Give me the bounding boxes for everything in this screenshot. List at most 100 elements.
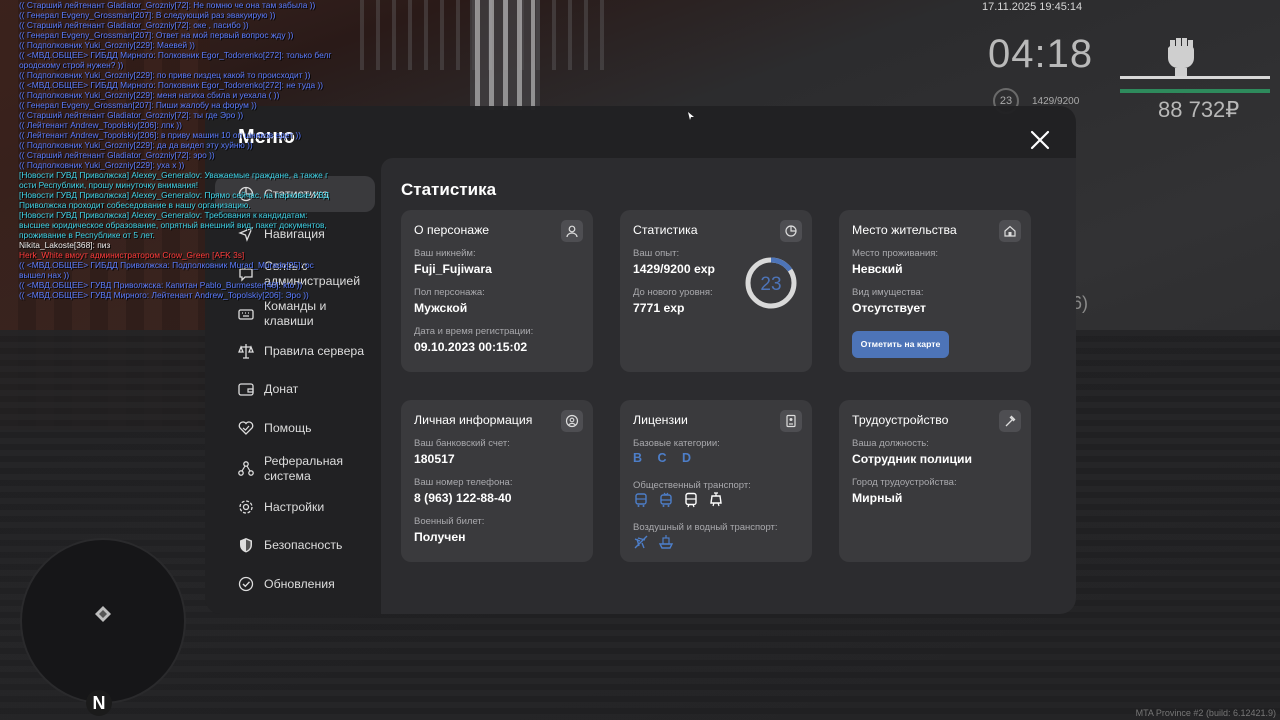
home-icon bbox=[999, 220, 1021, 242]
sidebar-item[interactable]: Помощь bbox=[215, 410, 375, 446]
job-card: Трудоустройство Ваша должность: Сотрудни… bbox=[839, 400, 1031, 562]
exp-value: 1429/9200 exp bbox=[633, 262, 715, 276]
place-label: Место проживания: bbox=[852, 248, 939, 259]
sidebar-item[interactable]: Безопасность bbox=[215, 527, 375, 563]
sidebar-item[interactable]: Донат bbox=[215, 371, 375, 407]
pie-chart-icon bbox=[780, 220, 802, 242]
wallet-icon bbox=[238, 383, 254, 396]
next-label: До нового уровня: bbox=[633, 287, 713, 298]
player-marker-icon bbox=[95, 606, 111, 622]
chat-line: (( Подполковник Yuki_Grozniy[229]: Маеве… bbox=[19, 40, 195, 50]
place-value: Невский bbox=[852, 262, 903, 276]
fence bbox=[475, 0, 535, 110]
public-transport-label: Общественный транспорт: bbox=[633, 480, 751, 491]
reg-value: 09.10.2023 00:15:02 bbox=[414, 340, 528, 354]
armor-bar bbox=[1120, 89, 1270, 93]
sidebar-item[interactable]: Реферальная система bbox=[215, 451, 375, 487]
sidebar-item-label: Обновления bbox=[264, 576, 335, 591]
level-number: 23 bbox=[760, 274, 781, 295]
chat-line: Nikita_Lakoste[368]: пиз bbox=[19, 240, 111, 250]
public-transport-icons bbox=[633, 492, 724, 508]
gender-label: Пол персонажа: bbox=[414, 287, 485, 298]
property-label: Вид имущества: bbox=[852, 287, 924, 298]
content-panel: Статистика О персонаже Ваш никнейм: Fuji… bbox=[381, 158, 1076, 614]
boat-icon bbox=[658, 534, 674, 550]
chat-line: (( <МВД.ОБЩЕЕ> ГУВД Мирного: Лейтенант A… bbox=[19, 290, 309, 300]
bus-icon bbox=[633, 492, 649, 508]
stats-card: Статистика Ваш опыт: 1429/9200 exp До но… bbox=[620, 210, 812, 372]
sidebar-item[interactable]: Правила сервера bbox=[215, 333, 375, 369]
chat-line: (( Старший лейтенант Gladiator_Grozniy[7… bbox=[19, 110, 244, 120]
gear-icon bbox=[239, 500, 253, 514]
military-value: Получен bbox=[414, 530, 466, 544]
next-value: 7771 exp bbox=[633, 301, 685, 315]
sidebar-item[interactable]: Обновления bbox=[215, 566, 375, 602]
chat-line: [Новости ГУВД Приволжска] Alexey_General… bbox=[19, 170, 329, 190]
property-value: Отсутствует bbox=[852, 301, 926, 315]
shield-icon bbox=[240, 538, 252, 553]
card-title: О персонаже bbox=[414, 223, 490, 237]
air-water-icons bbox=[633, 534, 674, 550]
sidebar-item-label: Настройки bbox=[264, 499, 325, 514]
chat-line: [Новости ГУВД Приволжска] Alexey_General… bbox=[19, 190, 330, 210]
air-water-label: Воздушный и водный транспорт: bbox=[633, 522, 778, 533]
residence-card: Место жительства Место проживания: Невск… bbox=[839, 210, 1031, 372]
level-ring: 23 bbox=[745, 257, 797, 309]
content-title: Статистика bbox=[401, 180, 497, 199]
hud-clock: 04:18 bbox=[988, 32, 1094, 76]
chat-line: (( Лейтенант Andrew_Topolskiy[206]: лпк … bbox=[19, 120, 182, 130]
card-title: Место жительства bbox=[852, 223, 957, 237]
referral-icon bbox=[238, 461, 254, 476]
user-circle-icon bbox=[561, 410, 583, 432]
city-label: Город трудоустройства: bbox=[852, 477, 957, 488]
card-title: Лицензии bbox=[633, 413, 688, 427]
chat-line: (( Генерал Evgeny_Grossman[207]: Пиши жа… bbox=[19, 100, 257, 110]
reg-label: Дата и время регистрации: bbox=[414, 326, 534, 337]
base-categories-label: Базовые категории: bbox=[633, 438, 720, 449]
card-title: Трудоустройство bbox=[852, 413, 949, 427]
city-value: Мирный bbox=[852, 491, 903, 505]
mark-on-map-button[interactable]: Отметить на карте bbox=[852, 331, 949, 358]
chat-line: Herk_White вмоут администратором Crow_Gr… bbox=[19, 250, 245, 260]
user-icon bbox=[561, 220, 583, 242]
chat-line: (( <МВД.ОБЩЕЕ> ГИБДД Приволжска: Подполк… bbox=[19, 260, 314, 280]
card-title: Личная информация bbox=[414, 413, 533, 427]
chat-line: (( Старший лейтенант Gladiator_Grozniy[7… bbox=[19, 20, 249, 30]
sidebar-item-label: Помощь bbox=[264, 420, 312, 435]
close-icon[interactable] bbox=[1028, 128, 1052, 152]
nick-label: Ваш никнейм: bbox=[414, 248, 476, 259]
bank-value: 180517 bbox=[414, 452, 455, 466]
hud-money: 88 732₽ bbox=[1158, 97, 1240, 122]
character-card: О персонаже Ваш никнейм: Fuji_Fujiwara П… bbox=[401, 210, 593, 372]
hammer-icon bbox=[999, 410, 1021, 432]
chat-line: (( Подполковник Yuki_Grozniy[229]: по пр… bbox=[19, 70, 311, 80]
compass-north: N bbox=[86, 690, 112, 716]
heart-handshake-icon bbox=[238, 421, 254, 435]
mouse-cursor-icon bbox=[688, 112, 694, 120]
sidebar-item-label: Правила сервера bbox=[264, 343, 365, 358]
chat-line: (( Старший лейтенант Gladiator_Grozniy[7… bbox=[19, 0, 316, 10]
nick-value: Fuji_Fujiwara bbox=[414, 262, 492, 276]
chat-log: (( Старший лейтенант Gladiator_Grozniy[7… bbox=[19, 0, 339, 300]
phone-label: Ваш номер телефона: bbox=[414, 477, 513, 488]
hud-datetime: 17.11.2025 19:45:14 bbox=[982, 1, 1083, 13]
build-info: MTA Province #2 (build: 6.12421.9) bbox=[1135, 708, 1276, 718]
licenses-card: Лицензии Базовые категории: B C D Общест… bbox=[620, 400, 812, 562]
chat-line: (( Лейтенант Andrew_Topolskiy[206]: в пр… bbox=[19, 130, 302, 140]
military-label: Военный билет: bbox=[414, 516, 485, 527]
exp-label: Ваш опыт: bbox=[633, 248, 680, 259]
id-card-icon bbox=[780, 410, 802, 432]
chat-line: (( <МВД.ОБЩЕЕ> ГУВД Приволжска: Капитан … bbox=[19, 280, 303, 290]
gender-value: Мужской bbox=[414, 301, 468, 315]
keyboard-icon bbox=[238, 309, 254, 320]
sidebar-item[interactable]: Настройки bbox=[215, 489, 375, 525]
chat-line: (( Подполковник Yuki_Grozniy[229]: да да… bbox=[19, 140, 253, 150]
tram-icon bbox=[708, 492, 724, 508]
chat-line: (( Подполковник Yuki_Grozniy[229]: уха х… bbox=[19, 160, 185, 170]
train-icon bbox=[683, 492, 699, 508]
chat-line: (( Старший лейтенант Gladiator_Grozniy[7… bbox=[19, 150, 215, 160]
update-icon bbox=[238, 576, 254, 592]
chat-line: (( Генерал Evgeny_Grossman[207]: В следу… bbox=[19, 10, 276, 20]
sidebar-item-label: Донат bbox=[264, 381, 299, 396]
sidebar-item[interactable]: Команды и клавиши bbox=[215, 296, 375, 332]
